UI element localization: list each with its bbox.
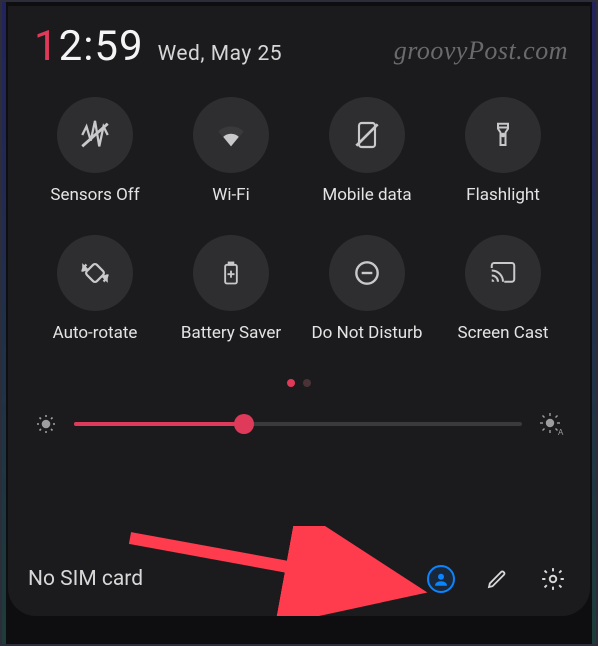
clock-hour-accent: 1 <box>34 22 59 71</box>
clock: 12:59 <box>34 22 144 71</box>
svg-text:A: A <box>558 428 564 437</box>
gear-icon <box>540 566 566 592</box>
page-dot-1 <box>287 379 295 387</box>
sensors-off-icon <box>57 97 133 173</box>
auto-rotate-icon <box>57 235 133 311</box>
settings-button[interactable] <box>536 562 570 596</box>
tile-label: Wi-Fi <box>212 185 249 205</box>
quick-settings-grid: Sensors Off Wi-Fi Mobile data <box>28 85 570 343</box>
tile-label: Mobile data <box>322 185 411 205</box>
tile-label: Auto-rotate <box>53 323 138 343</box>
tile-mobile-data[interactable]: Mobile data <box>304 97 430 205</box>
flashlight-icon <box>465 97 541 173</box>
date-label[interactable]: Wed, May 25 <box>158 42 283 66</box>
edit-tiles-button[interactable] <box>480 562 514 596</box>
battery-saver-icon <box>193 235 269 311</box>
watermark-text: groovyPost.com <box>394 36 568 66</box>
screen-cast-icon <box>465 235 541 311</box>
page-dot-2 <box>303 379 311 387</box>
tile-screen-cast[interactable]: Screen Cast <box>440 235 566 343</box>
tile-label: Screen Cast <box>458 323 549 343</box>
brightness-auto-icon[interactable]: A <box>538 411 564 437</box>
brightness-row: A <box>28 409 570 439</box>
tile-flashlight[interactable]: Flashlight <box>440 97 566 205</box>
page-indicator <box>28 379 570 387</box>
tile-label: Do Not Disturb <box>312 323 423 343</box>
tile-label: Battery Saver <box>181 323 281 343</box>
brightness-slider[interactable] <box>74 409 522 439</box>
tile-do-not-disturb[interactable]: Do Not Disturb <box>304 235 430 343</box>
slider-fill <box>74 422 244 426</box>
tile-label: Sensors Off <box>50 185 139 205</box>
pencil-icon <box>485 567 509 591</box>
tile-label: Flashlight <box>466 185 540 205</box>
footer-row: No SIM card <box>28 562 570 596</box>
tile-wifi[interactable]: Wi-Fi <box>168 97 294 205</box>
tile-auto-rotate[interactable]: Auto-rotate <box>32 235 158 343</box>
quick-settings-panel: 12:59 Wed, May 25 groovyPost.com Sensors… <box>8 6 590 616</box>
tile-battery-saver[interactable]: Battery Saver <box>168 235 294 343</box>
tile-sensors-off[interactable]: Sensors Off <box>32 97 158 205</box>
user-profile-button[interactable] <box>424 562 458 596</box>
mobile-data-icon <box>329 97 405 173</box>
sim-status-text: No SIM card <box>28 567 402 591</box>
user-icon <box>427 565 455 593</box>
do-not-disturb-icon <box>329 235 405 311</box>
brightness-low-icon <box>34 412 58 436</box>
wifi-icon <box>193 97 269 173</box>
clock-rest: 2:59 <box>59 22 144 71</box>
slider-thumb[interactable] <box>234 414 254 434</box>
